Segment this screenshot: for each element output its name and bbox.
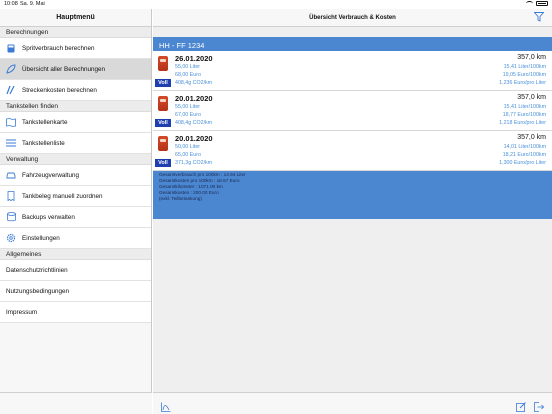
sidebar-item-einstellungen[interactable]: Einstellungen — [0, 228, 151, 249]
entry-euro-per-liter: 1,236 Euro/pro Liter — [499, 80, 546, 86]
status-time: 10:08 — [4, 1, 18, 7]
entry-euro: 68,00 Euro — [175, 72, 201, 78]
entry-liter: 55,00 Liter — [175, 64, 201, 70]
sidebar-toolbar — [0, 392, 152, 414]
section-berechnungen: Berechnungen — [0, 27, 151, 38]
sidebar-item-label: Spritverbrauch berechnen — [22, 44, 95, 52]
car-icon — [6, 170, 16, 180]
list-item[interactable]: Voll 20.01.2020 357,0 km 50,00 Liter 65,… — [153, 131, 552, 171]
sidebar-item-label: Backups verwalten — [22, 213, 75, 221]
fuel-pump-icon — [158, 56, 168, 71]
status-badge: Voll — [155, 119, 171, 127]
sidebar-title: Hauptmenü — [0, 9, 151, 27]
filter-icon[interactable] — [533, 12, 545, 22]
section-tankstellen: Tankstellen finden — [0, 101, 151, 112]
map-icon — [6, 117, 16, 127]
sidebar-item-label: Fahrzeugverwaltung — [22, 171, 80, 179]
database-icon — [6, 212, 16, 222]
entry-co2: 408,4g CO2/km — [175, 120, 213, 126]
sidebar-item-nutzungsbedingungen[interactable]: Nutzungsbedingungen — [0, 281, 151, 302]
entry-co2: 408,4g CO2/km — [175, 80, 213, 86]
sidebar-item-streckenkosten[interactable]: Streckenkosten berechnen — [0, 80, 151, 101]
sidebar-item-tankbeleg[interactable]: Tankbeleg manuell zuordnen — [0, 186, 151, 207]
sidebar-item-tankstellenliste[interactable]: Tankstellenliste — [0, 133, 151, 154]
entry-liter-per-100: 15,41 Liter/100km — [503, 104, 546, 110]
edit-icon[interactable] — [516, 399, 526, 412]
sidebar-item-uebersicht[interactable]: Übersicht aller Berechnungen — [0, 59, 151, 80]
vehicle-plate: HH - FF 1234 — [159, 41, 205, 50]
sidebar-item-label: Tankstellenliste — [22, 139, 65, 147]
entry-euro-per-liter: 1,218 Euro/pro Liter — [499, 120, 546, 126]
sidebar-item-label: Datenschutzrichtlinien — [6, 266, 68, 274]
gear-icon — [6, 233, 16, 243]
sidebar-item-spritverbrauch[interactable]: Spritverbrauch berechnen — [0, 38, 151, 59]
fuel-pump-icon — [158, 136, 168, 151]
list-item[interactable]: Voll 20.01.2020 357,0 km 55,00 Liter 67,… — [153, 91, 552, 131]
entry-liter: 55,00 Liter — [175, 104, 201, 110]
page-title: Übersicht Verbrauch & Kosten — [309, 14, 396, 21]
sidebar-item-label: Streckenkosten berechnen — [22, 86, 97, 94]
entry-date: 26.01.2020 — [175, 54, 213, 63]
sidebar-item-label: Übersicht aller Berechnungen — [22, 65, 105, 73]
entry-list: Voll 26.01.2020 357,0 km 55,00 Liter 68,… — [153, 51, 552, 171]
battery-icon — [536, 1, 548, 6]
entry-euro-per-100: 19,05 Euro/100km — [502, 72, 546, 78]
entry-liter-per-100: 15,41 Liter/100km — [503, 64, 546, 70]
list-item[interactable]: Voll 26.01.2020 357,0 km 55,00 Liter 68,… — [153, 51, 552, 91]
entry-co2: 371,3g CO2/km — [175, 160, 213, 166]
entry-liter-per-100: 14,01 Liter/100km — [503, 144, 546, 150]
calculator-icon — [6, 43, 16, 53]
summary-block: Gesamtverbrauch pro 100km : 14.94 Liter … — [159, 172, 246, 202]
entry-date: 20.01.2020 — [175, 94, 213, 103]
route-icon — [6, 85, 16, 95]
sidebar-item-label: Einstellungen — [22, 234, 60, 242]
status-icons — [526, 1, 548, 6]
entry-euro: 65,00 Euro — [175, 152, 201, 158]
sidebar-item-label: Tankstellenkarte — [22, 118, 68, 126]
status-badge: Voll — [155, 79, 171, 87]
sidebar-item-tankstellenkarte[interactable]: Tankstellenkarte — [0, 112, 151, 133]
sidebar-item-label: Tankbeleg manuell zuordnen — [22, 192, 103, 200]
sidebar-item-fahrzeugverwaltung[interactable]: Fahrzeugverwaltung — [0, 165, 151, 186]
leaf-icon — [6, 64, 16, 74]
fuel-pump-icon — [158, 96, 168, 111]
wifi-icon — [526, 1, 533, 6]
sidebar-item-backups[interactable]: Backups verwalten — [0, 207, 151, 228]
section-verwaltung: Verwaltung — [0, 154, 151, 165]
sidebar-item-impressum[interactable]: Impressum — [0, 302, 151, 323]
sidebar-item-label: Nutzungsbedingungen — [6, 287, 70, 295]
entry-liter: 50,00 Liter — [175, 144, 201, 150]
main-panel: Übersicht Verbrauch & Kosten HH - FF 123… — [153, 9, 552, 414]
status-badge: Voll — [155, 159, 171, 167]
export-icon[interactable] — [534, 399, 545, 412]
receipt-icon — [6, 191, 16, 201]
chart-icon[interactable] — [161, 399, 171, 412]
entry-euro-per-liter: 1,300 Euro/pro Liter — [499, 160, 546, 166]
entry-euro-per-100: 18,77 Euro/100km — [502, 112, 546, 118]
section-allgemeines: Allgemeines — [0, 249, 151, 260]
entry-km: 357,0 km — [517, 94, 546, 101]
entry-km: 357,0 km — [517, 134, 546, 141]
entry-euro: 67,00 Euro — [175, 112, 201, 118]
sidebar-item-datenschutz[interactable]: Datenschutzrichtlinien — [0, 260, 151, 281]
entry-euro-per-100: 18,21 Euro/100km — [502, 152, 546, 158]
entry-km: 357,0 km — [517, 54, 546, 61]
list-icon — [6, 138, 16, 148]
status-date: Sa. 9. Mai — [20, 1, 45, 7]
sidebar: Hauptmenü Berechnungen Spritverbrauch be… — [0, 9, 152, 414]
summary-line: (exkl. Teilbetankung) — [159, 196, 202, 201]
entry-date: 20.01.2020 — [175, 134, 213, 143]
main-header: Übersicht Verbrauch & Kosten — [153, 9, 552, 27]
sidebar-item-label: Impressum — [6, 308, 38, 316]
status-bar: 10:08 Sa. 9. Mai — [0, 0, 552, 9]
main-toolbar — [153, 392, 552, 414]
